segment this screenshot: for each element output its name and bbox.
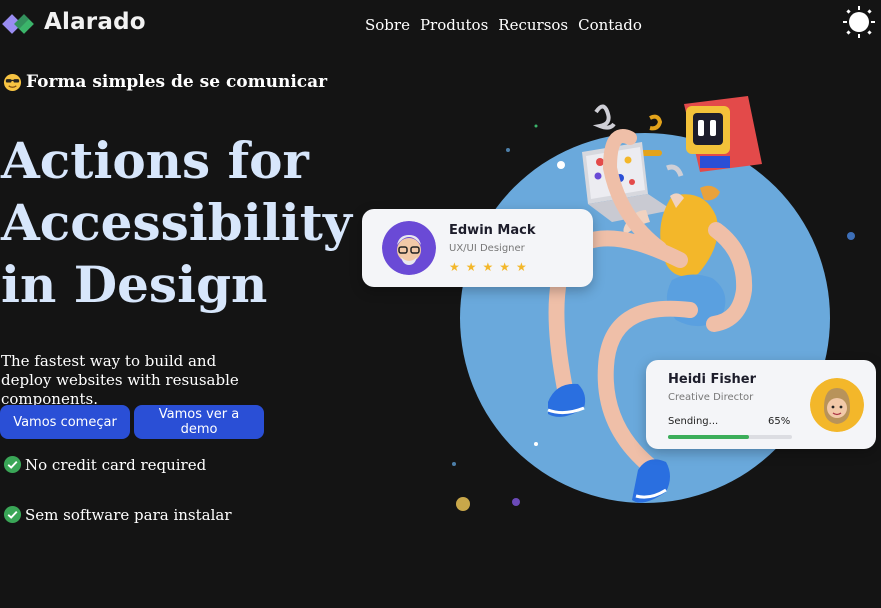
card-role: UX/UI Designer [449, 243, 525, 254]
profile-card-edwin: Edwin Mack UX/UI Designer ★★★★★ [362, 209, 593, 287]
card-name: Edwin Mack [449, 223, 536, 238]
hero-eyebrow-text: Forma simples de se comunicar [26, 72, 328, 92]
check-circle-icon [3, 505, 22, 524]
hero-eyebrow: Forma simples de se comunicar [3, 72, 327, 92]
decor-dot [847, 232, 855, 240]
hero-illustration [452, 96, 855, 511]
avatar-heidi [810, 378, 864, 432]
feature-check-label: No credit card required [25, 455, 207, 474]
progress-percent: 65% [768, 416, 791, 427]
feature-check-no-install: Sem software para instalar [3, 505, 232, 524]
logo-icon[interactable] [2, 10, 36, 38]
hero-title-line-1: Actions for [1, 131, 309, 190]
hero-title: Actions for Accessibility in Design [1, 130, 352, 316]
sunglasses-emoji-icon [3, 73, 22, 91]
feature-check-label: Sem software para instalar [25, 505, 232, 524]
top-navigation: Alarado Sobre Produtos Recursos Contado [0, 0, 881, 50]
see-demo-button[interactable]: Vamos ver a demo [134, 405, 264, 439]
decor-dot [534, 124, 538, 128]
nav-item-sobre[interactable]: Sobre [365, 16, 410, 34]
decor-swirl [649, 114, 663, 131]
check-circle-icon [3, 455, 22, 474]
card-role: Creative Director [668, 392, 754, 403]
get-started-button[interactable]: Vamos começar [0, 405, 130, 439]
decor-dot [456, 497, 470, 511]
decor-swirl [592, 104, 616, 130]
nav-item-recursos[interactable]: Recursos [498, 16, 568, 34]
progress-bar [668, 435, 792, 439]
hero-title-line-3: in Design [1, 255, 268, 314]
rating-stars: ★★★★★ [449, 260, 533, 274]
nav-item-contado[interactable]: Contado [578, 16, 642, 34]
decor-dot [512, 498, 520, 506]
decor-dot [452, 462, 456, 466]
nav-item-produtos[interactable]: Produtos [420, 16, 488, 34]
progress-bar-fill [668, 435, 749, 439]
profile-card-heidi: Heidi Fisher Creative Director Sending..… [646, 360, 876, 449]
hero-title-line-2: Accessibility [1, 193, 352, 252]
feature-check-no-card: No credit card required [3, 455, 206, 474]
decor-dot [557, 161, 565, 169]
theme-toggle-sun-icon[interactable] [842, 5, 876, 39]
decor-dot [534, 442, 538, 446]
card-name: Heidi Fisher [668, 372, 756, 387]
avatar-edwin [382, 221, 436, 275]
hero-subtitle: The fastest way to build and deploy webs… [1, 352, 239, 408]
brand-name[interactable]: Alarado [44, 9, 146, 35]
decor-dot [506, 148, 510, 152]
sending-status: Sending... [668, 416, 719, 427]
main-menu: Sobre Produtos Recursos Contado [365, 16, 642, 34]
